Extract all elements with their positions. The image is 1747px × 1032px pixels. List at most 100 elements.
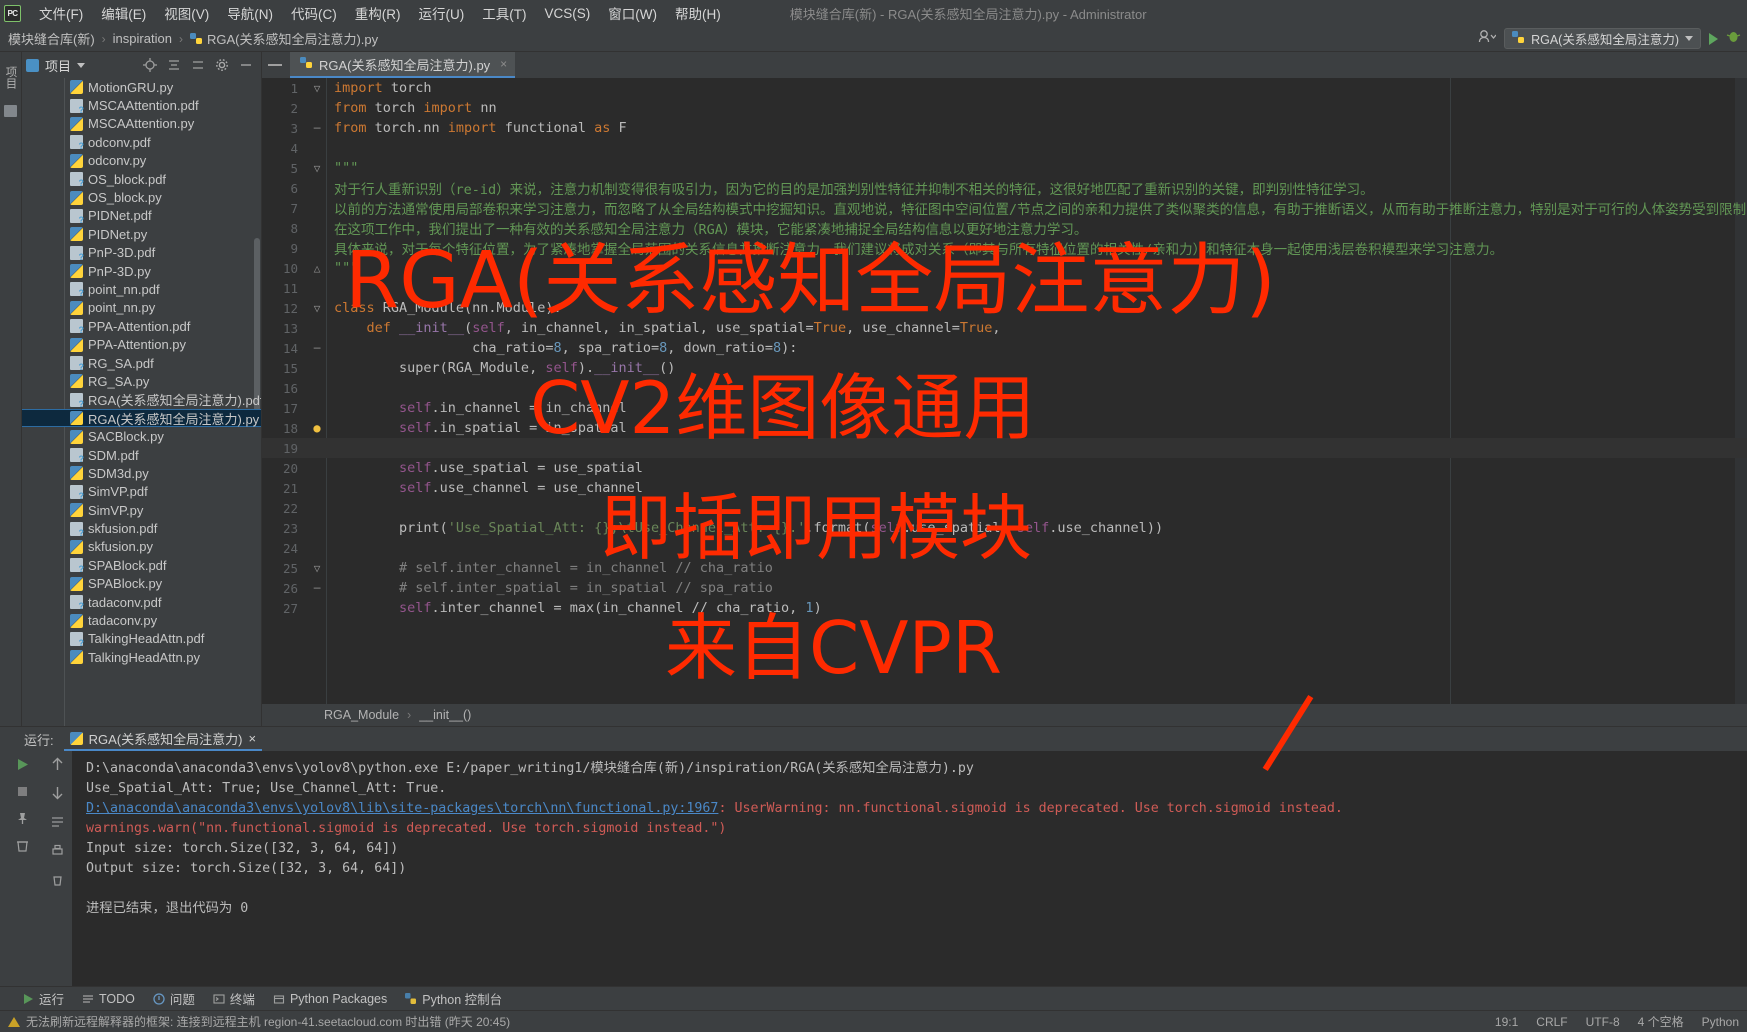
console-link[interactable]: D:\anaconda\anaconda3\envs\yolov8\lib\si… (86, 801, 718, 816)
tree-file-item[interactable]: RGA(关系感知全局注意力).pdf (22, 391, 261, 409)
tree-file-item[interactable]: SDM.pdf (22, 446, 261, 464)
code-line[interactable]: 1 ▽ import torch (262, 78, 1747, 98)
code-line[interactable]: 13 def __init__(self, in_channel, in_spa… (262, 318, 1747, 338)
tree-file-item[interactable]: SimVP.py (22, 501, 261, 519)
bottom-tab-run[interactable]: 运行 (22, 989, 64, 1008)
code-line[interactable]: 23 print('Use_Spatial_Att: {};\tUse_Chan… (262, 518, 1747, 538)
editor-breadcrumb-class[interactable]: RGA_Module (324, 708, 399, 722)
tree-file-item[interactable]: skfusion.py (22, 538, 261, 556)
status-caret-position[interactable]: 19:1 (1495, 1015, 1518, 1029)
tree-file-item[interactable]: odconv.pdf (22, 133, 261, 151)
rerun-icon[interactable] (15, 757, 30, 772)
code-fold-marker[interactable]: △ (308, 262, 326, 275)
project-scope-chevron-icon[interactable] (77, 62, 86, 68)
code-line[interactable]: 7 以前的方法通常使用局部卷积来学习注意力，而忽略了从全局结构模式中挖掘知识。直观… (262, 198, 1747, 219)
code-line[interactable]: 26 ─ # self.inter_spatial = in_spatial //… (262, 578, 1747, 598)
tree-file-item[interactable]: PPA-Attention.py (22, 335, 261, 353)
hide-panel-icon[interactable] (239, 58, 253, 72)
user-avatar-icon[interactable] (1478, 29, 1497, 49)
tree-file-item[interactable]: odconv.py (22, 152, 261, 170)
tree-file-item[interactable]: OS_block.pdf (22, 170, 261, 188)
code-line[interactable]: 11 (262, 278, 1747, 298)
code-line[interactable]: 3 ─ from torch.nn import functional as F (262, 118, 1747, 138)
gear-icon[interactable] (215, 58, 229, 72)
code-line[interactable]: 8 在这项工作中，我们提出了一种有效的关系感知全局注意力（RGA）模块，它能紧凑地… (262, 218, 1747, 239)
delete-icon[interactable] (15, 838, 30, 853)
tree-file-item[interactable]: PnP-3D.py (22, 262, 261, 280)
code-fold-marker[interactable]: ▽ (308, 162, 326, 175)
tree-file-item[interactable]: SPABlock.py (22, 575, 261, 593)
code-line[interactable]: 5 ▽ """ (262, 158, 1747, 178)
tree-file-item[interactable]: tadaconv.py (22, 611, 261, 629)
bottom-tab-python-console[interactable]: Python 控制台 (405, 989, 502, 1008)
menu-item-view[interactable]: 视图(V) (155, 1, 218, 25)
structure-icon[interactable] (4, 105, 17, 117)
code-line[interactable]: 24 (262, 538, 1747, 558)
tree-file-item[interactable]: MotionGRU.py (22, 78, 261, 96)
run-console-output[interactable]: D:\anaconda\anaconda3\envs\yolov8\python… (72, 751, 1747, 986)
menu-item-refactor[interactable]: 重构(R) (346, 1, 410, 25)
menu-item-code[interactable]: 代码(C) (282, 1, 346, 25)
code-line[interactable]: 19 (262, 438, 1747, 458)
tree-file-item[interactable]: point_nn.pdf (22, 280, 261, 298)
status-encoding[interactable]: UTF-8 (1586, 1015, 1620, 1029)
project-file-tree[interactable]: MotionGRU.py MSCAAttention.pdf MSCAAttenti… (22, 78, 261, 726)
status-line-separator[interactable]: CRLF (1536, 1015, 1567, 1029)
run-session-tab[interactable]: RGA(关系感知全局注意力) × (63, 727, 263, 751)
print-icon[interactable] (51, 844, 66, 859)
tree-file-item[interactable]: SimVP.pdf (22, 483, 261, 501)
code-fold-marker[interactable]: ▽ (308, 82, 326, 95)
tree-file-item[interactable]: SPABlock.pdf (22, 556, 261, 574)
editor-breadcrumb-method[interactable]: __init__() (419, 708, 471, 722)
code-line[interactable]: 12 ▽ class RGA_Module(nn.Module): (262, 298, 1747, 318)
tree-file-item[interactable]: MSCAAttention.pdf (22, 96, 261, 115)
tree-file-item[interactable]: SDM3d.py (22, 464, 261, 482)
code-fold-marker[interactable]: ▽ (308, 562, 326, 575)
run-tab-close-icon[interactable]: × (248, 731, 256, 746)
breadcrumb-file[interactable]: RGA(关系感知全局注意力).py (207, 29, 378, 48)
code-fold-marker[interactable]: ─ (308, 122, 326, 135)
code-line[interactable]: 15 super(RGA_Module, self).__init__() (262, 358, 1747, 378)
code-line[interactable]: 10 △ """ (262, 258, 1747, 278)
menu-item-window[interactable]: 窗口(W) (599, 1, 666, 25)
code-editor[interactable]: 1 ▽ import torch 2 from torch import nn 3 ─ fro… (262, 78, 1747, 704)
tree-file-item[interactable]: RGA(关系感知全局注意力).py (22, 409, 261, 428)
code-line[interactable]: 17 self.in_channel = in_channel (262, 398, 1747, 418)
code-line[interactable]: 25 ▽ # self.inter_channel = in_channel //… (262, 558, 1747, 578)
bottom-tab-todo[interactable]: TODO (82, 992, 135, 1006)
tree-file-item[interactable]: RG_SA.pdf (22, 354, 261, 372)
code-line[interactable]: 21 self.use_channel = use_channel (262, 478, 1747, 498)
menu-item-help[interactable]: 帮助(H) (666, 1, 730, 25)
code-line[interactable]: 18 ● self.in_spatial = in_spatial (262, 418, 1747, 438)
code-fold-marker[interactable]: ▽ (308, 302, 326, 315)
status-interpreter[interactable]: Python (1702, 1015, 1739, 1029)
code-line[interactable]: 20 self.use_spatial = use_spatial (262, 458, 1747, 478)
clear-all-icon[interactable] (51, 873, 66, 888)
breadcrumb-folder[interactable]: inspiration (113, 31, 172, 46)
sidebar-tab-project[interactable]: 项目 (1, 60, 21, 95)
tree-file-item[interactable]: skfusion.pdf (22, 519, 261, 538)
tree-file-item[interactable]: PIDNet.py (22, 225, 261, 243)
debug-button-icon[interactable] (1726, 29, 1741, 49)
tree-file-item[interactable]: SACBlock.py (22, 427, 261, 445)
collapse-all-icon[interactable] (191, 58, 205, 72)
tree-file-item[interactable]: PPA-Attention.pdf (22, 317, 261, 335)
bottom-tab-python-packages[interactable]: Python Packages (273, 992, 387, 1006)
menu-item-file[interactable]: 文件(F) (30, 1, 92, 25)
tree-file-item[interactable]: TalkingHeadAttn.py (22, 648, 261, 666)
scroll-up-icon[interactable] (51, 757, 66, 772)
code-line[interactable]: 16 (262, 378, 1747, 398)
run-configuration-selector[interactable]: RGA(关系感知全局注意力) (1504, 28, 1701, 49)
code-line[interactable]: 6 对于行人重新识别（re-id）来说，注意力机制变得很有吸引力，因为它的目的是加… (262, 178, 1747, 199)
scroll-down-icon[interactable] (51, 786, 66, 801)
editor-tab-rga[interactable]: RGA(关系感知全局注意力).py × (290, 52, 516, 78)
stop-icon[interactable] (15, 784, 30, 799)
breadcrumb-project[interactable]: 模块缝合库(新) (8, 29, 95, 48)
code-line[interactable]: 22 (262, 498, 1747, 518)
code-line[interactable]: 4 (262, 138, 1747, 158)
code-fold-marker[interactable]: ─ (308, 342, 326, 355)
tree-file-item[interactable]: OS_block.py (22, 188, 261, 206)
tree-file-item[interactable]: PIDNet.pdf (22, 207, 261, 225)
menu-item-vcs[interactable]: VCS(S) (536, 4, 600, 23)
run-button-icon[interactable] (1709, 32, 1718, 45)
